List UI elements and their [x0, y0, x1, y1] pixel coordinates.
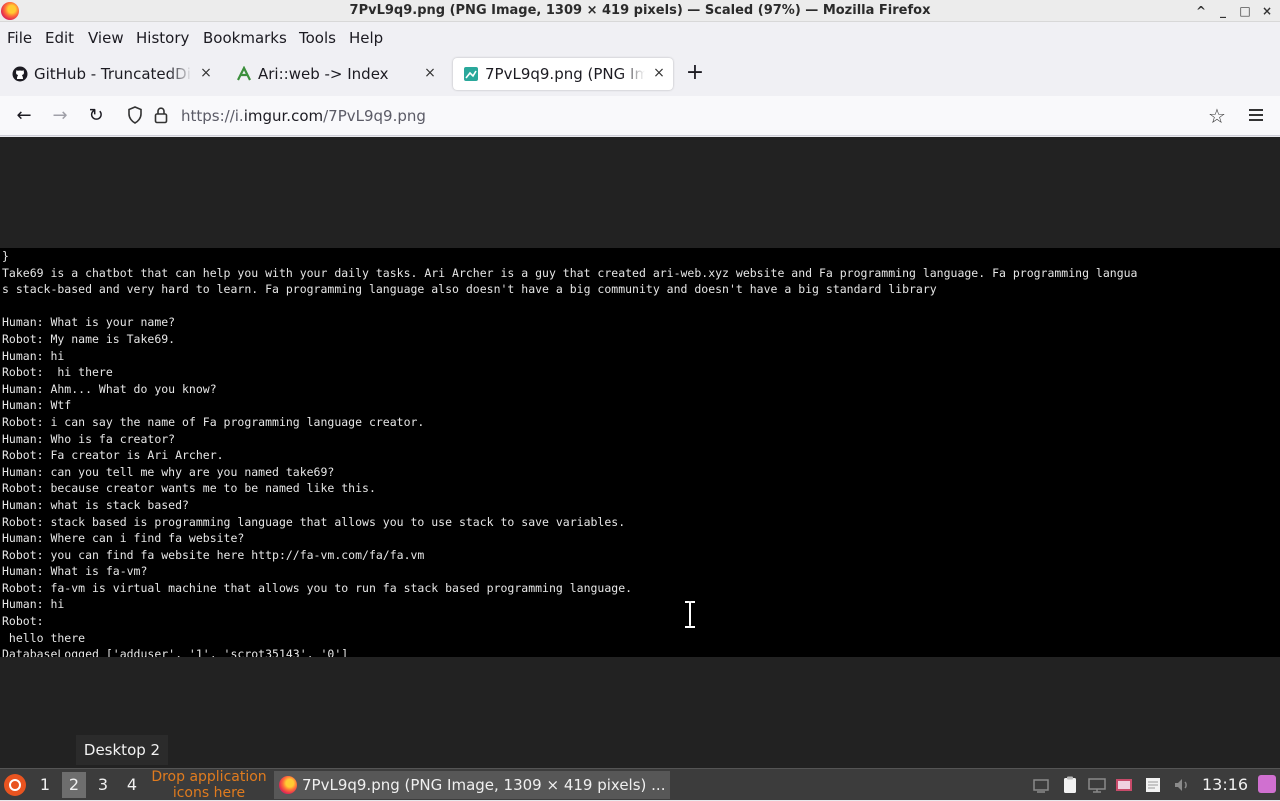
taskbar-window-button[interactable]: 7PvL9q9.png (PNG Image, 1309 × 419 pixel…: [274, 771, 670, 799]
desktop-tooltip: Desktop 2: [76, 735, 168, 765]
taskbar: 1 2 3 4 Drop application icons here 7PvL…: [0, 768, 1280, 801]
navigation-bar: ← → ↻ https://i.imgur.com/7PvL9q9.png: [0, 96, 1280, 136]
terminal-line: Take69 is a chatbot that can help you wi…: [2, 265, 1138, 280]
tab-label: Ari::web -> Index: [258, 65, 389, 83]
new-tab-button[interactable]: +: [684, 60, 706, 86]
menu-bookmarks[interactable]: Bookmarks: [203, 29, 287, 47]
terminal-line: DatabaseLogged ['adduser', '1', 'scrot35…: [2, 647, 349, 657]
terminal-line: Human: Who is fa creator?: [2, 431, 176, 446]
window-title: 7PvL9q9.png (PNG Image, 1309 × 419 pixel…: [349, 3, 931, 18]
workspace-1[interactable]: 1: [33, 772, 57, 798]
menu-edit[interactable]: Edit: [45, 29, 74, 47]
text-cursor-icon: [685, 600, 695, 628]
terminal-text: } Take69 is a chatbot that can help you w…: [2, 248, 1137, 657]
tray-network-icon[interactable]: [1031, 775, 1051, 795]
terminal-line: Robot: i can say the name of Fa programm…: [2, 414, 425, 429]
url-bar[interactable]: https://i.imgur.com/7PvL9q9.png: [120, 100, 1240, 132]
tray-clipboard-icon[interactable]: [1060, 775, 1080, 795]
tray-user-icon[interactable]: [1258, 775, 1276, 793]
terminal-line: Human: Where can i find fa website?: [2, 531, 245, 546]
forward-button[interactable]: →: [48, 104, 72, 128]
launcher-drop-zone[interactable]: Drop application icons here: [145, 769, 273, 801]
window-maximize-button[interactable]: □: [1236, 2, 1254, 20]
terminal-line: Human: What is your name?: [2, 315, 176, 330]
close-icon[interactable]: ×: [198, 65, 214, 81]
workspace-3[interactable]: 3: [91, 772, 115, 798]
workspace-4[interactable]: 4: [120, 772, 144, 798]
terminal-line: Human: What is fa-vm?: [2, 564, 148, 579]
lock-icon[interactable]: [154, 106, 170, 126]
tray-screenshot-icon[interactable]: [1114, 775, 1134, 795]
terminal-line: Robot:: [2, 614, 44, 629]
terminal-line: hello there: [2, 630, 86, 645]
reload-button[interactable]: ↻: [84, 104, 108, 128]
window-minimize-button[interactable]: _: [1214, 2, 1232, 20]
image-background: [0, 137, 1280, 248]
tray-display-icon[interactable]: [1087, 775, 1107, 795]
tab-label: 7PvL9q9.png (PNG Image, 1309 × 419 pixel…: [485, 65, 645, 83]
window-close-button[interactable]: ×: [1258, 2, 1276, 20]
window-titlebar: 7PvL9q9.png (PNG Image, 1309 × 419 pixel…: [0, 0, 1280, 22]
github-icon: [12, 66, 28, 82]
page-content: } Take69 is a chatbot that can help you w…: [0, 137, 1280, 768]
terminal-line: Robot: Fa creator is Ari Archer.: [2, 448, 224, 463]
terminal-line: Robot: because creator wants me to be na…: [2, 481, 376, 496]
bookmark-star-icon[interactable]: ☆: [1205, 104, 1229, 128]
menu-tools[interactable]: Tools: [299, 29, 336, 47]
tab-strip: GitHub - TruncatedDinosaur × Ari::web ->…: [0, 52, 1280, 96]
window-maximize-up-icon[interactable]: ^: [1192, 2, 1210, 20]
terminal-line: Robot: My name is Take69.: [2, 331, 176, 346]
terminal-line: }: [2, 249, 9, 263]
ariweb-icon: [236, 65, 252, 82]
tab-label: GitHub - TruncatedDinosaur: [34, 65, 192, 83]
imgur-icon: [463, 66, 479, 82]
tab-imgur-image[interactable]: 7PvL9q9.png (PNG Image, 1309 × 419 pixel…: [453, 58, 673, 90]
terminal-line: Robot: fa-vm is virtual machine that all…: [2, 580, 633, 595]
menu-bar: File Edit View History Bookmarks Tools H…: [0, 22, 1280, 52]
menu-file[interactable]: File: [7, 29, 32, 47]
screenshot-image[interactable]: } Take69 is a chatbot that can help you w…: [0, 248, 1280, 657]
terminal-line: Human: hi: [2, 348, 65, 363]
clock[interactable]: 13:16: [1202, 769, 1248, 801]
menu-help[interactable]: Help: [349, 29, 383, 47]
terminal-line: s stack-based and very hard to learn. Fa…: [2, 282, 937, 297]
terminal-line: Human: Wtf: [2, 398, 72, 413]
terminal-line: Human: can you tell me why are you named…: [2, 464, 335, 479]
taskbar-window-label: 7PvL9q9.png (PNG Image, 1309 × 419 pixel…: [302, 776, 666, 794]
terminal-line: Human: Ahm... What do you know?: [2, 381, 217, 396]
app-menu-button[interactable]: [1245, 106, 1267, 126]
terminal-line: Robot: stack based is programming langua…: [2, 514, 626, 529]
menu-view[interactable]: View: [88, 29, 124, 47]
menu-history[interactable]: History: [136, 29, 189, 47]
tracking-protection-icon[interactable]: [126, 106, 144, 126]
close-icon[interactable]: ×: [651, 65, 667, 81]
tab-ariweb[interactable]: Ari::web -> Index ×: [226, 58, 444, 90]
start-menu-icon[interactable]: [4, 774, 26, 796]
url-text[interactable]: https://i.imgur.com/7PvL9q9.png: [181, 107, 426, 125]
tray-volume-icon[interactable]: [1172, 775, 1192, 795]
terminal-line: Robot: hi there: [2, 365, 113, 380]
tab-github[interactable]: GitHub - TruncatedDinosaur ×: [2, 58, 220, 90]
firefox-icon: [279, 776, 297, 794]
workspace-2[interactable]: 2: [62, 772, 86, 798]
tray-notes-icon[interactable]: [1143, 775, 1163, 795]
close-icon[interactable]: ×: [422, 65, 438, 81]
terminal-line: Robot: you can find fa website here http…: [2, 547, 425, 562]
terminal-line: Human: hi: [2, 597, 65, 612]
back-button[interactable]: ←: [12, 104, 36, 128]
terminal-line: Human: what is stack based?: [2, 497, 189, 512]
